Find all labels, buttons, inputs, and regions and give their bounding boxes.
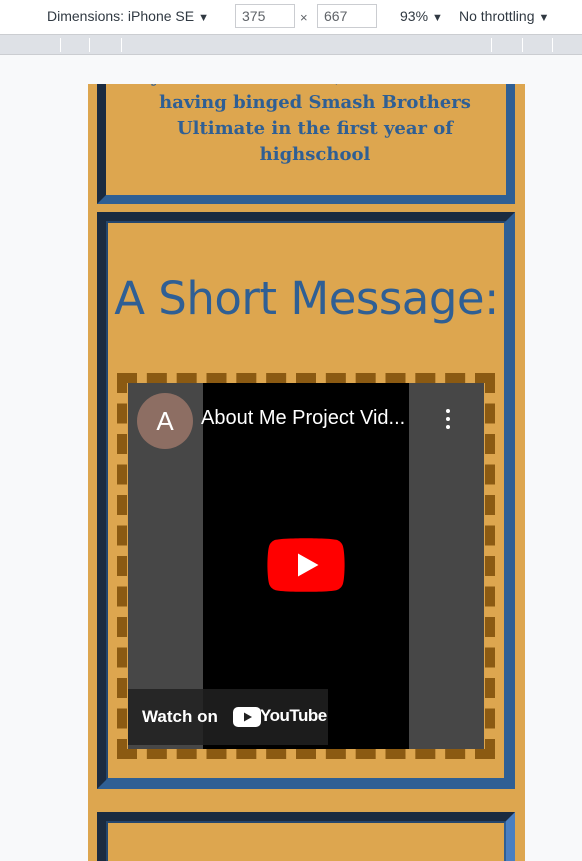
media-query-divider [89, 38, 90, 52]
throttling-label: No throttling [459, 8, 535, 24]
chevron-down-icon: ▼ [432, 12, 443, 24]
channel-avatar[interactable]: A [137, 393, 193, 449]
youtube-wordmark: YouTube [260, 706, 327, 725]
media-query-divider [121, 38, 122, 52]
chevron-down-icon: ▼ [538, 12, 550, 24]
watch-on-label: Watch on [142, 707, 218, 726]
photo-caption-frame: My Nintendo Switch, well worn after havi… [97, 84, 515, 204]
play-icon[interactable] [267, 538, 345, 592]
more-options-icon[interactable] [446, 409, 450, 429]
device-label: Dimensions: iPhone SE [47, 8, 195, 24]
throttling-select[interactable]: No throttling ▼ [459, 8, 549, 24]
device-select[interactable]: Dimensions: iPhone SE ▼ [47, 8, 209, 24]
dimension-separator: × [300, 10, 308, 25]
devtools-device-toolbar: Dimensions: iPhone SE ▼ 375 × 667 93% ▼ No… [0, 0, 582, 34]
emulated-viewport[interactable]: My Nintendo Switch, well worn after havi… [88, 84, 525, 861]
next-section-frame [97, 812, 515, 861]
media-query-divider [552, 38, 553, 52]
zoom-label: 93% [400, 8, 429, 24]
youtube-logo-icon [233, 707, 261, 727]
section-heading: A Short Message: [114, 272, 499, 325]
width-input[interactable]: 375 [235, 4, 295, 28]
media-query-bar[interactable] [0, 34, 582, 55]
height-input[interactable]: 667 [317, 4, 377, 28]
photo-caption: My Nintendo Switch, well worn after havi… [131, 84, 500, 165]
video-letterbox-right [409, 383, 484, 749]
media-query-divider [491, 38, 492, 52]
media-query-divider [60, 38, 61, 52]
zoom-select[interactable]: 93% ▼ [400, 8, 443, 24]
frame-inner-border [106, 821, 506, 861]
media-query-divider [522, 38, 523, 52]
video-title-link[interactable]: About Me Project Vid... [201, 407, 405, 430]
youtube-embed[interactable]: A About Me Project Vid... Watch on YouTu… [128, 383, 484, 749]
watch-on-youtube-button[interactable]: Watch on YouTube [128, 689, 328, 745]
chevron-down-icon: ▼ [198, 12, 209, 24]
